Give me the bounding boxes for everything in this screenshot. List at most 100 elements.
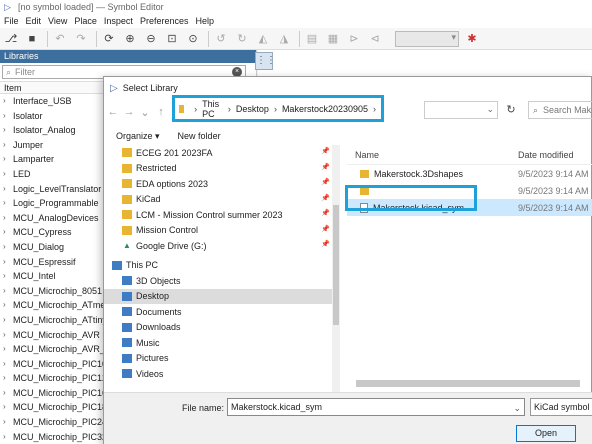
- date-column-header[interactable]: Date modified: [518, 150, 574, 160]
- chevron-right-icon[interactable]: ›: [3, 269, 13, 284]
- chevron-right-icon[interactable]: ›: [3, 240, 13, 255]
- nav-item-label: Downloads: [136, 322, 181, 333]
- chevron-right-icon[interactable]: ›: [3, 328, 13, 343]
- refresh-icon[interactable]: ⟳: [100, 30, 118, 48]
- nav-item[interactable]: ECEG 201 2023FA 📌: [104, 145, 334, 161]
- breadcrumb-this-pc[interactable]: This PC: [202, 99, 223, 119]
- address-dropdown[interactable]: ⌄: [424, 101, 498, 119]
- chevron-right-icon[interactable]: ›: [3, 167, 13, 182]
- chevron-right-icon[interactable]: ›: [3, 138, 13, 153]
- new-folder-button[interactable]: New folder: [178, 131, 221, 141]
- nav-item-this-pc[interactable]: This PC: [104, 258, 334, 274]
- nav-item-label: Restricted: [136, 163, 177, 174]
- chevron-right-icon[interactable]: ›: [3, 123, 13, 138]
- breadcrumb-folder[interactable]: Makerstock20230905: [282, 104, 368, 114]
- zoom-selection-icon[interactable]: ⊙: [184, 30, 202, 48]
- horizontal-scrollbar[interactable]: [356, 380, 580, 387]
- filetype-select[interactable]: KiCad symbol lib: [530, 398, 592, 416]
- nav-item[interactable]: LCM - Mission Control summer 2023 📌: [104, 207, 334, 223]
- de-morgan-alt-icon[interactable]: ⊲: [366, 30, 384, 48]
- name-column-header[interactable]: Name: [347, 150, 518, 160]
- breadcrumb-desktop[interactable]: Desktop: [236, 104, 269, 114]
- check-symbol-icon[interactable]: ✱: [463, 30, 481, 48]
- menu-view[interactable]: View: [48, 16, 67, 26]
- library-item-label: MCU_Microchip_PIC12: [13, 373, 108, 384]
- menu-preferences[interactable]: Preferences: [140, 16, 189, 26]
- chevron-right-icon[interactable]: ›: [3, 430, 13, 444]
- back-arrow-icon[interactable]: ←: [106, 106, 120, 118]
- chevron-right-icon[interactable]: ›: [3, 94, 13, 109]
- nav-item[interactable]: Desktop: [104, 288, 334, 304]
- nav-item[interactable]: Downloads: [104, 320, 334, 336]
- chevron-right-icon[interactable]: ›: [3, 357, 13, 372]
- forward-arrow-icon[interactable]: →: [122, 106, 136, 118]
- chevron-right-icon[interactable]: ›: [3, 255, 13, 270]
- chevron-right-icon[interactable]: ›: [3, 386, 13, 401]
- chevron-right-icon[interactable]: ›: [3, 182, 13, 197]
- filter-placeholder: Filter: [15, 67, 36, 77]
- nav-item[interactable]: EDA options 2023 📌: [104, 176, 334, 192]
- folder-icon: [360, 169, 369, 178]
- organize-button[interactable]: Organize ▾: [116, 131, 160, 142]
- menu-file[interactable]: File: [4, 16, 19, 26]
- folder-icon: [122, 148, 132, 158]
- chevron-down-icon[interactable]: ⌄: [513, 400, 521, 416]
- refresh-icon[interactable]: ↻: [502, 101, 520, 119]
- open-button[interactable]: Open: [516, 425, 576, 442]
- symbol-properties-icon[interactable]: ▤: [303, 30, 321, 48]
- zoom-out-icon[interactable]: ⊖: [142, 30, 160, 48]
- file-row[interactable]: Makerstock.3Dshapes 9/5/2023 9:14 AM: [347, 165, 592, 182]
- library-item-label: LED: [13, 168, 31, 179]
- chevron-right-icon[interactable]: ›: [3, 342, 13, 357]
- address-bar[interactable]: › This PC › Desktop › Makerstock20230905…: [172, 95, 384, 122]
- zoom-fit-icon[interactable]: ⊡: [163, 30, 181, 48]
- nav-item-label: Desktop: [136, 291, 170, 302]
- chevron-right-icon[interactable]: ›: [3, 152, 13, 167]
- unit-selector[interactable]: [395, 30, 459, 47]
- chevron-right-icon[interactable]: ›: [3, 225, 13, 240]
- chevron-right-icon[interactable]: ›: [3, 284, 13, 299]
- nav-item[interactable]: Mission Control 📌: [104, 223, 334, 239]
- nav-item[interactable]: KiCad 📌: [104, 192, 334, 208]
- recent-dropdown-icon[interactable]: ⌄: [138, 106, 152, 119]
- chevron-right-icon[interactable]: ›: [3, 371, 13, 386]
- nav-item[interactable]: Videos: [104, 366, 334, 382]
- chevron-right-icon[interactable]: ›: [3, 415, 13, 430]
- redo-icon[interactable]: ↷: [72, 30, 90, 48]
- save-icon[interactable]: ■: [23, 30, 41, 48]
- zoom-in-icon[interactable]: ⊕: [121, 30, 139, 48]
- nav-item[interactable]: ▲ Google Drive (G:) 📌: [104, 238, 334, 254]
- search-icon: ⌕: [6, 66, 12, 77]
- chevron-right-icon[interactable]: ›: [3, 211, 13, 226]
- menu-help[interactable]: Help: [195, 16, 214, 26]
- nav-scrollbar[interactable]: [332, 145, 340, 392]
- filename-label: File name:: [182, 403, 225, 413]
- new-library-icon[interactable]: ⎇: [2, 30, 20, 48]
- filename-input[interactable]: Makerstock.kicad_sym ⌄: [227, 398, 525, 416]
- nav-item[interactable]: Restricted 📌: [104, 161, 334, 177]
- nav-item[interactable]: Documents: [104, 304, 334, 320]
- nav-item[interactable]: 3D Objects: [104, 273, 334, 289]
- libraries-header: Libraries: [0, 50, 256, 63]
- de-morgan-icon[interactable]: ⊳: [345, 30, 363, 48]
- menu-inspect[interactable]: Inspect: [104, 16, 133, 26]
- undo-icon[interactable]: ↶: [51, 30, 69, 48]
- nav-item[interactable]: Pictures: [104, 351, 334, 367]
- chevron-right-icon[interactable]: ›: [3, 109, 13, 124]
- pin-table-icon[interactable]: ▦: [324, 30, 342, 48]
- chevron-right-icon[interactable]: ›: [3, 400, 13, 415]
- menu-place[interactable]: Place: [74, 16, 97, 26]
- grid-toggle-icon[interactable]: ⋮⋮: [255, 52, 276, 70]
- search-input[interactable]: ⌕ Search Mak: [528, 101, 592, 119]
- folder-icon: [179, 104, 185, 113]
- mirror-h-icon[interactable]: ◮: [275, 30, 293, 48]
- rotate-ccw-icon[interactable]: ↺: [212, 30, 230, 48]
- chevron-right-icon[interactable]: ›: [3, 298, 13, 313]
- chevron-right-icon[interactable]: ›: [3, 196, 13, 211]
- mirror-v-icon[interactable]: ◭: [254, 30, 272, 48]
- nav-item[interactable]: Music: [104, 335, 334, 351]
- up-arrow-icon[interactable]: ↑: [154, 106, 168, 118]
- menu-edit[interactable]: Edit: [26, 16, 42, 26]
- rotate-cw-icon[interactable]: ↻: [233, 30, 251, 48]
- chevron-right-icon[interactable]: ›: [3, 313, 13, 328]
